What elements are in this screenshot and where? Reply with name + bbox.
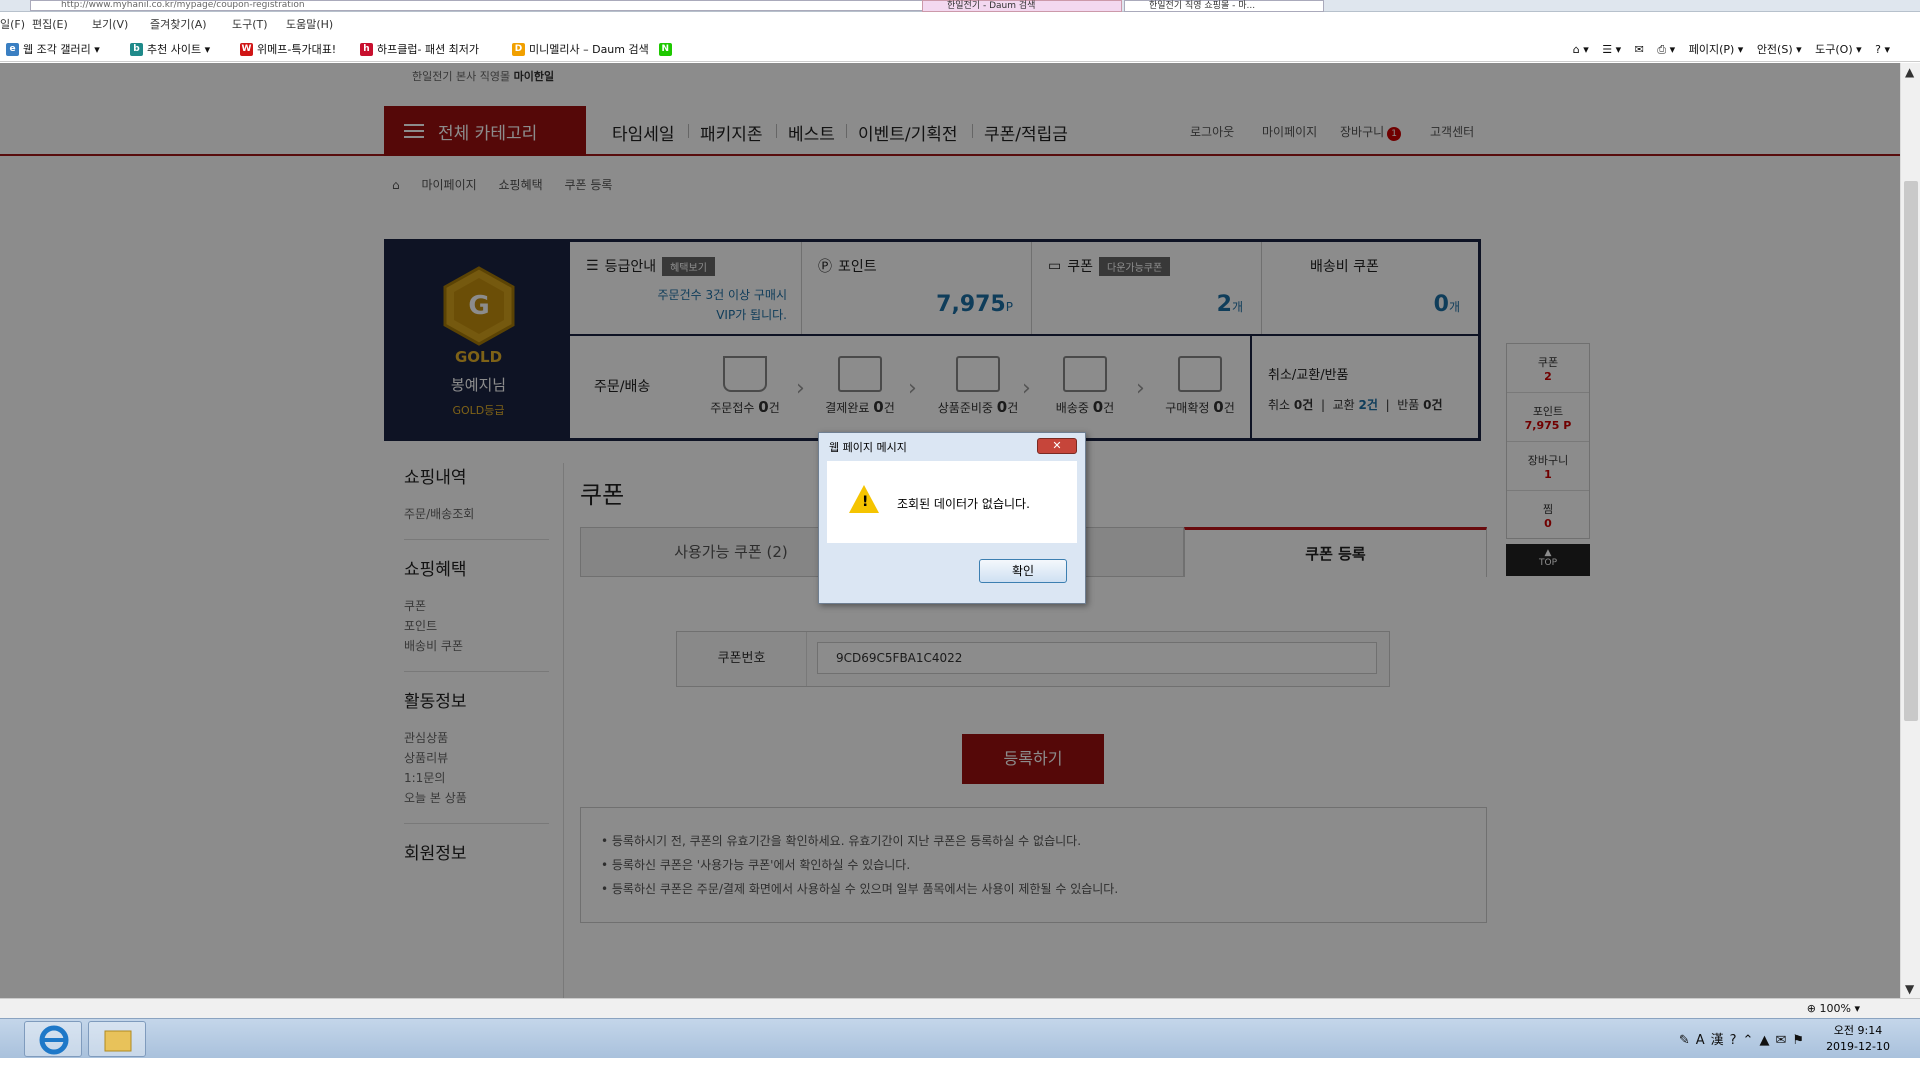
help-icon[interactable]: ? ▾ (1875, 43, 1890, 56)
zoom-icon: ⊕ (1806, 1002, 1820, 1015)
folder-icon (104, 1030, 132, 1052)
windows-taskbar: ✎A漢?⌃▲✉⚑ 오전 9:14 2019-12-10 (0, 1018, 1920, 1058)
fav-web-slice[interactable]: e웹 조각 갤러리 ▾ (6, 41, 100, 57)
warning-mark: ! (862, 494, 869, 510)
menu-edit[interactable]: 편집(E) (32, 16, 68, 32)
menu-tools[interactable]: 도구(T) (232, 16, 268, 32)
fav-recommended[interactable]: b 추천 사이트 ▾ (130, 41, 210, 57)
ie-taskbar-icon[interactable] (24, 1021, 82, 1057)
system-tray[interactable]: ✎A漢?⌃▲✉⚑ (1679, 1029, 1810, 1048)
vertical-scrollbar[interactable]: ▲ ▼ (1900, 63, 1920, 998)
internet-explorer-icon (39, 1025, 69, 1055)
browser-top-strip: http://www.myhanil.co.kr/mypage/coupon-r… (0, 0, 1920, 12)
web-slice-icon: e (6, 42, 19, 56)
halfclub-icon: h (360, 42, 373, 56)
menu-bar: 일(F) 편집(E) 보기(V) 즐겨찾기(A) 도구(T) 도움말(H) (0, 12, 1920, 34)
explorer-taskbar-icon[interactable] (88, 1021, 146, 1057)
dialog-body: ! 조회된 데이터가 없습니다. (827, 461, 1077, 543)
tools-menu[interactable]: 도구(O) ▾ (1815, 43, 1862, 56)
address-bar[interactable]: http://www.myhanil.co.kr/mypage/coupon-r… (30, 0, 930, 11)
scroll-up-icon[interactable]: ▲ (1905, 65, 1914, 79)
safety-menu[interactable]: 안전(S) ▾ (1757, 43, 1802, 56)
menu-file[interactable]: 일(F) (0, 16, 25, 32)
ok-button[interactable]: 확인 (979, 559, 1067, 583)
dialog-message: 조회된 데이터가 없습니다. (897, 497, 1030, 511)
favorites-bar: e웹 조각 갤러리 ▾ b 추천 사이트 ▾ W 위메프-특가대표! h 하프클럽- … (0, 34, 1920, 62)
menu-help[interactable]: 도움말(H) (286, 16, 333, 32)
wemakeprice-icon: W (240, 42, 253, 56)
fav-daum[interactable]: D 미니멜리사 – Daum 검색 N (512, 41, 672, 57)
daum-icon: D (512, 42, 525, 56)
browser-tab-daum[interactable]: 한일전기 - Daum 검색 (922, 0, 1122, 12)
mail-icon[interactable]: ✉ (1635, 43, 1644, 56)
scroll-thumb[interactable] (1904, 181, 1918, 721)
fav-wemakeprice[interactable]: W 위메프-특가대표! (240, 41, 336, 57)
zoom-control[interactable]: ⊕ 100% ▾ (1807, 1002, 1860, 1015)
print-icon[interactable]: ⎙ ▾ (1657, 43, 1675, 56)
menu-favorites[interactable]: 즐겨찾기(A) (150, 16, 207, 32)
blank-area (0, 1058, 1920, 1080)
dialog-title: 웹 페이지 메시지 (829, 441, 907, 454)
command-bar: ⌂ ▾ ☰ ▾ ✉ ⎙ ▾ 페이지(P) ▾ 안전(S) ▾ 도구(O) ▾ ?… (1563, 41, 1890, 57)
status-bar: ⊕ 100% ▾ (0, 998, 1920, 1018)
page-menu[interactable]: 페이지(P) ▾ (1689, 43, 1744, 56)
home-icon[interactable]: ⌂ ▾ (1573, 43, 1589, 56)
browser-tab-hanil[interactable]: 한일전기 직영 쇼핑몰 - 마... (1124, 0, 1324, 12)
bing-icon: b (130, 42, 143, 56)
menu-view[interactable]: 보기(V) (92, 16, 128, 32)
alert-dialog: 웹 페이지 메시지 ✕ ! 조회된 데이터가 없습니다. 확인 (818, 432, 1086, 604)
feeds-icon[interactable]: ☰ ▾ (1602, 43, 1621, 56)
fav-halfclub[interactable]: h 하프클럽- 패션 최저가 (360, 41, 479, 57)
clock[interactable]: 오전 9:14 2019-12-10 (1826, 1023, 1890, 1055)
scroll-down-icon[interactable]: ▼ (1905, 982, 1914, 996)
naver-icon[interactable]: N (658, 42, 672, 56)
close-icon[interactable]: ✕ (1037, 438, 1077, 454)
